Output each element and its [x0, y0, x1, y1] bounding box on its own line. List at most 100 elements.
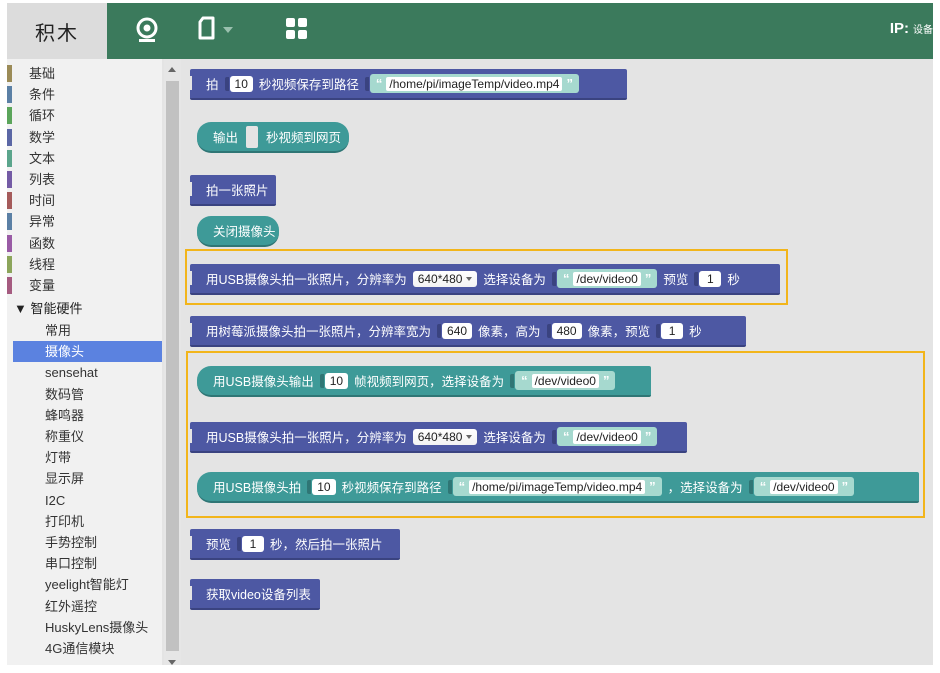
subcategory-item[interactable]: 串口控制 [7, 553, 162, 574]
toolbox-sidebar: 基础条件循环数学文本列表时间异常函数线程变量 ▼ 智能硬件 常用 摄像头 sense… [7, 59, 162, 665]
scroll-thumb[interactable] [166, 81, 179, 651]
category-color-bar [7, 192, 12, 210]
block-text: 获取video设备列表 [206, 588, 311, 602]
number-input[interactable]: 480 [551, 322, 582, 339]
category-label: 数学 [29, 129, 56, 145]
category-item[interactable]: 变量 [7, 275, 162, 296]
string-input[interactable]: “/home/pi/imageTemp/video.mp4” [369, 74, 579, 93]
category-item[interactable]: 循环 [7, 105, 162, 126]
category-item[interactable]: 函数 [7, 233, 162, 254]
block-workspace[interactable]: 拍 10 秒视频保存到路径 “/home/pi/imageTemp/video.… [182, 59, 933, 665]
category-color-bar [7, 107, 12, 125]
block-output-video-to-web[interactable]: 输出 秒视频到网页 [197, 122, 349, 153]
string-input[interactable]: “/dev/video0” [515, 371, 616, 390]
block-preview-then-photo[interactable]: 预览 1 秒，然后拍一张照片 [190, 529, 400, 560]
resolution-dropdown[interactable]: 640*480 [412, 428, 478, 445]
webcam-icon[interactable] [133, 16, 161, 49]
top-toolbar: IP: 设备 [107, 3, 933, 59]
category-label: 基础 [29, 66, 56, 81]
block-record-video-to-path[interactable]: 拍 10 秒视频保存到路径 “/home/pi/imageTemp/video.… [190, 69, 627, 100]
number-input[interactable]: 1 [242, 535, 265, 552]
block-text: 帧视频到网页，选择设备为 [354, 375, 505, 389]
category-item[interactable]: 文本 [7, 148, 162, 169]
subcategory-item[interactable]: 显示屏 [7, 468, 162, 489]
highlight-box [185, 249, 788, 305]
block-text: 像素，预览 [587, 325, 651, 339]
subcategory-item[interactable]: 称重仪 [7, 426, 162, 447]
block-get-video-devices[interactable]: 获取video设备列表 [190, 579, 320, 610]
category-color-bar [7, 255, 12, 273]
category-label: 循环 [29, 108, 56, 124]
category-label: 线程 [29, 256, 56, 272]
subcategory-item[interactable]: 4G通信模块 [7, 638, 162, 659]
subcategory-item[interactable]: 蜂鸣器 [7, 405, 162, 426]
block-usb-record-video-to-path[interactable]: 用USB摄像头拍 10 秒视频保存到路径 “/home/pi/imageTemp… [197, 472, 919, 503]
chevron-down-icon [466, 434, 473, 439]
dropdown-caret-icon[interactable] [223, 22, 233, 40]
subcategory-item[interactable]: yeelight智能灯 [7, 574, 162, 595]
block-usb-output-video-web[interactable]: 用USB摄像头输出 10 帧视频到网页，选择设备为 “/dev/video0” [197, 366, 651, 397]
block-text: 拍 [206, 78, 219, 92]
category-item[interactable]: 基础 [7, 63, 162, 84]
category-color-bar [7, 86, 12, 104]
category-item[interactable]: 列表 [7, 169, 162, 190]
block-pi-camera-take-photo[interactable]: 用树莓派摄像头拍一张照片，分辨率宽为 640 像素，高为 480 像素，预览 1… [190, 316, 746, 347]
block-usb-take-photo[interactable]: 用USB摄像头拍一张照片，分辨率为 640*480 选择设备为 “/dev/vi… [190, 422, 687, 453]
number-input[interactable]: 10 [312, 478, 336, 495]
category-color-bar [7, 213, 12, 231]
subcategory-item[interactable]: 数码管 [7, 384, 162, 405]
scroll-up-icon[interactable] [168, 67, 176, 72]
category-color-bar [7, 128, 12, 146]
string-input[interactable]: “/dev/video0” [556, 427, 658, 446]
subcategory-item[interactable]: sensehat [7, 362, 162, 383]
block-text: 预览 [206, 538, 232, 552]
category-color-bar [7, 149, 12, 167]
block-text: 用树莓派摄像头拍一张照片，分辨率宽为 [206, 325, 432, 339]
subcategory-item[interactable]: 常用 [7, 320, 162, 341]
string-input[interactable]: “/dev/video0” [753, 477, 855, 496]
category-item[interactable]: 数学 [7, 127, 162, 148]
block-text: 拍一张照片 [206, 184, 269, 198]
block-text: 选择设备为 [483, 431, 546, 445]
category-color-bar [7, 170, 12, 188]
scroll-down-icon[interactable] [168, 660, 176, 665]
empty-input[interactable] [246, 125, 258, 148]
category-label: 函数 [29, 235, 56, 251]
subcategory-item[interactable]: HuskyLens摄像头 [7, 617, 162, 638]
block-text: 输出 [213, 131, 239, 145]
block-text: 用USB摄像头拍一张照片，分辨率为 [206, 431, 407, 445]
subcategory-item[interactable]: I2C [7, 490, 162, 511]
sidebar-scrollbar[interactable] [164, 59, 181, 665]
category-label: 列表 [29, 171, 56, 187]
subcategory-item[interactable]: 红外遥控 [7, 596, 162, 617]
category-item[interactable]: 条件 [7, 84, 162, 105]
block-text: 关闭摄像头 [213, 225, 276, 239]
category-color-bar [7, 65, 12, 82]
string-input[interactable]: “/home/pi/imageTemp/video.mp4” [452, 477, 662, 496]
subcategory-item[interactable]: 手势控制 [7, 532, 162, 553]
category-color-bar [7, 234, 12, 252]
block-text: 秒视频保存到路径 [258, 78, 359, 92]
app-title: 积木 [7, 3, 107, 59]
subcategory-item[interactable]: 摄像头 [13, 341, 162, 363]
number-input[interactable]: 10 [324, 372, 349, 389]
category-label: 时间 [29, 193, 56, 209]
number-input[interactable]: 10 [229, 75, 253, 92]
number-input[interactable]: 1 [661, 322, 684, 339]
file-icon[interactable] [197, 16, 217, 47]
category-item[interactable]: 异常 [7, 211, 162, 232]
subcategory-item[interactable]: 灯带 [7, 447, 162, 468]
block-text: ，选择设备为 [667, 481, 743, 495]
grid-icon[interactable] [285, 17, 309, 46]
block-text: 用USB摄像头拍 [213, 481, 302, 495]
block-text: 秒视频到网页 [265, 131, 341, 145]
category-item[interactable]: 时间 [7, 190, 162, 211]
category-label: 条件 [29, 87, 56, 103]
number-input[interactable]: 640 [442, 322, 473, 339]
subcategory-item[interactable]: 打印机 [7, 511, 162, 532]
block-close-camera[interactable]: 关闭摄像头 [197, 216, 279, 247]
block-text: 秒，然后拍一张照片 [270, 538, 383, 552]
block-take-photo[interactable]: 拍一张照片 [190, 175, 276, 206]
category-smart-hardware[interactable]: ▼ 智能硬件 [7, 298, 162, 320]
category-item[interactable]: 线程 [7, 254, 162, 275]
